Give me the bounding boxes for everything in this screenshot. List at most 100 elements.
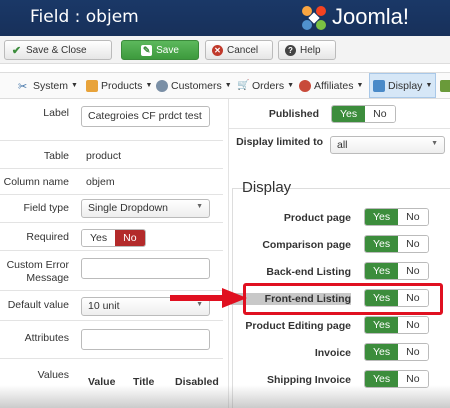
affiliates-icon: [299, 79, 311, 92]
menu-customers[interactable]: Customers ▼: [156, 73, 232, 98]
invoice-no-button[interactable]: No: [398, 344, 428, 360]
product-editing-label: Product Editing page: [245, 320, 351, 332]
field-type-select[interactable]: Single Dropdown ▼: [81, 199, 210, 218]
product-editing-no-button[interactable]: No: [398, 317, 428, 333]
menu-system[interactable]: ✂ System ▼: [18, 73, 78, 98]
display-limited-value: all: [337, 139, 348, 151]
cart-icon: 🛒: [237, 79, 250, 91]
tools-icon: ✂: [18, 80, 28, 93]
check-icon: ✔: [11, 44, 22, 57]
menu-display-label: Display: [388, 79, 423, 92]
backend-listing-yes-button[interactable]: Yes: [365, 263, 399, 279]
cancel-icon: ✕: [212, 44, 223, 56]
column-name-label: Column name: [3, 176, 69, 188]
default-value-label: Default value: [7, 299, 69, 311]
published-yes-button[interactable]: Yes: [332, 106, 366, 122]
edit-icon: ✎: [141, 44, 153, 56]
published-label: Published: [268, 108, 319, 120]
menu-products[interactable]: Products ▼: [86, 73, 152, 98]
caret-icon: ▼: [71, 82, 78, 89]
backend-listing-no-button[interactable]: No: [398, 263, 428, 279]
invoice-toggle: Yes No: [364, 343, 429, 361]
product-editing-yes-button[interactable]: Yes: [365, 317, 399, 333]
comparison-page-yes-button[interactable]: Yes: [365, 236, 399, 252]
menu-display[interactable]: Display ▼: [369, 73, 437, 98]
comparison-page-toggle: Yes No: [364, 235, 429, 253]
comparison-page-label: Comparison page: [262, 239, 351, 251]
save-close-label: Save & Close: [26, 44, 87, 56]
toolbar: ✔ Save & Close ✎ Save ✕ Cancel ? Help: [0, 36, 450, 64]
save-label: Save: [156, 44, 179, 56]
invoice-yes-button[interactable]: Yes: [365, 344, 399, 360]
save-button[interactable]: ✎ Save: [121, 40, 199, 60]
column-name-value: objem: [86, 176, 115, 188]
field-type-value: Single Dropdown: [88, 202, 168, 214]
help-button[interactable]: ? Help: [278, 40, 336, 60]
default-value-value: 10 unit: [88, 300, 120, 312]
help-icon: ?: [285, 44, 296, 56]
more-icon: [440, 79, 450, 92]
row-table: Table product: [0, 141, 223, 169]
menu-customers-label: Customers: [171, 79, 222, 92]
custom-error-input[interactable]: [81, 258, 210, 279]
cancel-button[interactable]: ✕ Cancel: [205, 40, 273, 60]
chevron-down-icon: ▼: [431, 140, 438, 147]
menu-orders[interactable]: 🛒 Orders ▼: [237, 73, 294, 98]
row-field-type: Field type Single Dropdown ▼: [0, 195, 223, 223]
field-type-label: Field type: [23, 202, 69, 214]
row-custom-error: Custom Error Message: [0, 251, 223, 291]
values-label: Values: [37, 369, 69, 381]
main-menu: ✂ System ▼ Products ▼ Customers ▼ 🛒 Orders ▼…: [0, 72, 450, 99]
bottom-fade: [0, 385, 450, 408]
label-input[interactable]: Categroies CF prdct test: [81, 106, 210, 127]
required-toggle: Yes No: [81, 229, 146, 247]
display-icon: [373, 79, 385, 92]
product-page-label: Product page: [283, 212, 351, 224]
row-label: Label Categroies CF prdct test: [0, 99, 223, 141]
menu-affiliates[interactable]: Affiliates ▼: [299, 73, 363, 98]
published-toggle: Yes No: [331, 105, 396, 123]
highlight-box: [243, 283, 443, 315]
menu-more[interactable]: [440, 73, 450, 98]
product-page-no-button[interactable]: No: [398, 209, 428, 225]
required-yes-button[interactable]: Yes: [82, 230, 116, 246]
caret-icon: ▼: [287, 82, 295, 89]
caret-icon: ▼: [356, 82, 364, 89]
menu-system-label: System: [33, 79, 69, 92]
joomla-wordmark: Joomla!: [332, 4, 410, 29]
table-label: Table: [43, 150, 69, 162]
product-page-toggle: Yes No: [364, 208, 429, 226]
attributes-label: Attributes: [24, 332, 69, 344]
row-required: Required Yes No: [0, 223, 223, 251]
joomla-logo-icon: [302, 6, 326, 30]
product-page-yes-button[interactable]: Yes: [365, 209, 399, 225]
backend-listing-toggle: Yes No: [364, 262, 429, 280]
product-editing-toggle: Yes No: [364, 316, 429, 334]
invoice-label: Invoice: [314, 347, 351, 359]
red-arrow-icon: [170, 288, 247, 308]
help-label: Help: [300, 44, 321, 56]
save-close-button[interactable]: ✔ Save & Close: [4, 40, 112, 60]
chevron-down-icon: ▼: [196, 203, 203, 210]
field-form: Label Categroies CF prdct test Table pro…: [0, 99, 223, 408]
caret-icon: ▼: [224, 82, 232, 89]
custom-error-label: Custom Error Message: [6, 259, 69, 284]
display-limited-select[interactable]: all ▼: [330, 136, 445, 154]
published-no-button[interactable]: No: [365, 106, 395, 122]
label-label: Label: [43, 107, 69, 119]
attributes-input[interactable]: [81, 329, 210, 350]
display-limited-label: Display limited to: [236, 136, 323, 148]
row-column-name: Column name objem: [0, 169, 223, 195]
menu-orders-label: Orders: [252, 79, 285, 92]
joomla-logo: Joomla!: [298, 3, 448, 33]
table-value: product: [86, 150, 122, 162]
page-title: Field : objem: [30, 7, 139, 27]
caret-icon: ▼: [425, 82, 433, 89]
backend-listing-label: Back-end Listing: [266, 266, 351, 278]
cancel-label: Cancel: [227, 44, 259, 56]
required-no-button[interactable]: No: [115, 230, 145, 246]
row-published: Published Yes No: [229, 99, 450, 129]
menu-affiliates-label: Affiliates: [314, 79, 354, 92]
row-attributes: Attributes: [0, 321, 223, 359]
comparison-page-no-button[interactable]: No: [398, 236, 428, 252]
